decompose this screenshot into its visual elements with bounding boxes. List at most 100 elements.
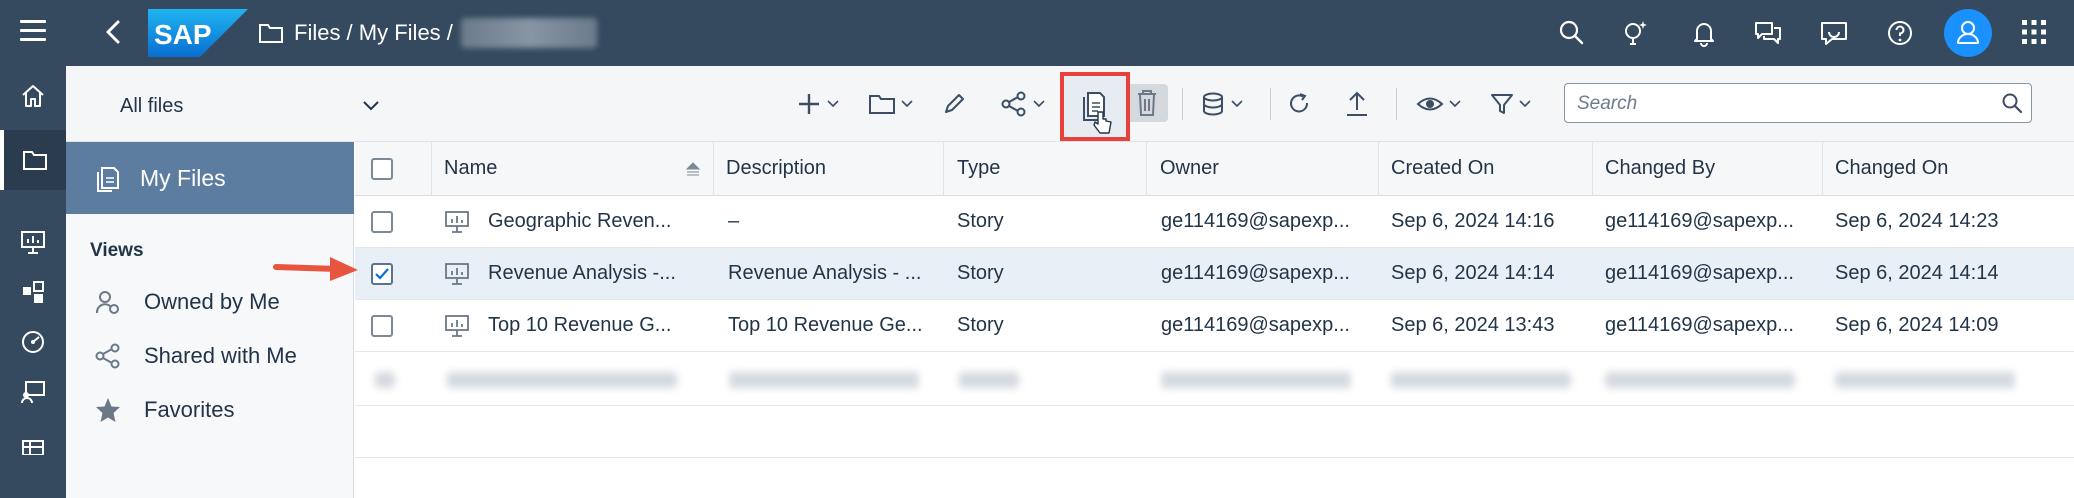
breadcrumb-hidden-folder[interactable] bbox=[460, 18, 597, 48]
feedback-icon[interactable] bbox=[1818, 17, 1850, 49]
navigation-rail bbox=[0, 66, 66, 498]
description-cell: Revenue Analysis - ... bbox=[728, 262, 922, 284]
back-icon[interactable] bbox=[96, 14, 132, 50]
breadcrumb: Files / My Files / bbox=[258, 18, 597, 48]
chevron-down-icon bbox=[1519, 100, 1531, 108]
star-icon bbox=[96, 398, 120, 422]
created-on-cell: Sep 6, 2024 13:43 bbox=[1391, 314, 1555, 336]
table-row[interactable]: Revenue Analysis -... Revenue Analysis -… bbox=[355, 248, 2074, 300]
delete-button[interactable] bbox=[1126, 84, 1168, 122]
select-all-checkbox[interactable] bbox=[371, 157, 393, 180]
changed-on-cell: Sep 6, 2024 14:09 bbox=[1835, 314, 1999, 336]
story-icon bbox=[21, 231, 45, 254]
refresh-button[interactable] bbox=[1286, 86, 1312, 122]
sort-ascending-icon[interactable] bbox=[685, 162, 701, 176]
view-owned-by-me[interactable]: Owned by Me bbox=[66, 282, 354, 322]
menu-icon[interactable] bbox=[20, 20, 46, 44]
changed-by-cell: ge114169@sapexp... bbox=[1605, 262, 1794, 284]
views-heading: Views bbox=[90, 240, 144, 261]
notification-bell-icon[interactable] bbox=[1688, 17, 1720, 49]
help-icon[interactable] bbox=[1884, 17, 1916, 49]
trash-icon bbox=[1138, 90, 1156, 116]
view-label: Owned by Me bbox=[144, 289, 280, 314]
view-shared-with-me[interactable]: Shared with Me bbox=[66, 336, 354, 376]
search-icon[interactable] bbox=[1556, 17, 1588, 49]
chevron-down-icon bbox=[1449, 100, 1461, 108]
scope-select[interactable]: All files bbox=[120, 90, 380, 122]
my-files-label: My Files bbox=[140, 164, 226, 191]
story-icon bbox=[445, 210, 469, 233]
type-cell: Story bbox=[957, 314, 1004, 336]
empty-table-row bbox=[355, 406, 2074, 458]
owner-cell: ge114169@sapexp... bbox=[1161, 262, 1350, 284]
owner-cell: ge114169@sapexp... bbox=[1161, 210, 1350, 232]
toolbar-separator bbox=[1270, 88, 1271, 120]
discussions-icon[interactable] bbox=[1752, 17, 1784, 49]
folder-icon bbox=[869, 95, 895, 114]
column-header-name[interactable]: Name bbox=[444, 142, 694, 195]
folder-menu-button[interactable] bbox=[868, 86, 914, 122]
upload-icon bbox=[1347, 91, 1367, 116]
breadcrumb-text[interactable]: Files / My Files / bbox=[294, 20, 453, 46]
joule-assistant-icon[interactable] bbox=[1620, 17, 1652, 49]
created-on-cell: Sep 6, 2024 14:16 bbox=[1391, 210, 1555, 232]
data-source-menu-button[interactable] bbox=[1200, 86, 1244, 122]
view-menu-button[interactable] bbox=[1416, 86, 1462, 122]
column-header-changed-on[interactable]: Changed On bbox=[1835, 142, 1948, 195]
view-label: Favorites bbox=[144, 397, 235, 422]
shell-bar: SAP Files / My Files / bbox=[0, 0, 2074, 66]
table-row[interactable]: Geographic Reven... – Story ge114169@sap… bbox=[355, 196, 2074, 248]
row-checkbox[interactable] bbox=[371, 314, 393, 337]
sap-logo[interactable]: SAP bbox=[148, 9, 248, 57]
toolbar-separator bbox=[1396, 88, 1397, 120]
edit-button[interactable] bbox=[942, 86, 966, 122]
filter-menu-button[interactable] bbox=[1490, 86, 1532, 122]
changed-on-cell: Sep 6, 2024 14:14 bbox=[1835, 262, 1999, 284]
name-cell[interactable]: Top 10 Revenue G... bbox=[444, 300, 704, 351]
my-files-icon bbox=[97, 167, 119, 192]
files-table: Name Description Type Owner Created On C… bbox=[355, 142, 2074, 498]
view-label: Shared with Me bbox=[144, 343, 297, 368]
story-icon bbox=[445, 314, 469, 337]
name-cell[interactable]: Geographic Reven... bbox=[444, 196, 704, 247]
search-input[interactable] bbox=[1577, 92, 1977, 116]
table-row[interactable]: Top 10 Revenue G... Top 10 Revenue Ge...… bbox=[355, 300, 2074, 352]
column-header-type[interactable]: Type bbox=[957, 142, 1000, 195]
row-checkbox[interactable] bbox=[371, 210, 393, 233]
owner-cell: ge114169@sapexp... bbox=[1161, 314, 1350, 336]
user-icon bbox=[1957, 21, 1979, 44]
description-cell: – bbox=[728, 210, 740, 232]
row-checkbox[interactable] bbox=[371, 262, 393, 285]
column-header-changed-by[interactable]: Changed By bbox=[1605, 142, 1715, 195]
create-menu-button[interactable] bbox=[796, 86, 840, 122]
column-header-owner[interactable]: Owner bbox=[1160, 142, 1219, 195]
name-cell[interactable]: Revenue Analysis -... bbox=[444, 248, 704, 299]
chevron-down-icon bbox=[1231, 100, 1243, 108]
my-files-item[interactable]: My Files bbox=[66, 142, 354, 214]
search-field[interactable] bbox=[1564, 83, 2032, 123]
share-icon bbox=[1001, 91, 1026, 117]
nav-table[interactable] bbox=[0, 412, 66, 472]
type-cell: Story bbox=[957, 210, 1004, 232]
database-icon bbox=[1203, 92, 1223, 116]
chevron-down-icon bbox=[1033, 100, 1045, 108]
view-favorites[interactable]: Favorites bbox=[66, 390, 354, 430]
user-avatar[interactable] bbox=[1944, 9, 1992, 57]
nav-home[interactable] bbox=[0, 66, 66, 126]
upload-button[interactable] bbox=[1344, 86, 1370, 122]
nav-files[interactable] bbox=[0, 130, 66, 190]
column-header-description[interactable]: Description bbox=[726, 142, 826, 195]
checkmark-icon bbox=[375, 267, 389, 280]
created-on-cell: Sep 6, 2024 14:14 bbox=[1391, 262, 1555, 284]
share-menu-button[interactable] bbox=[1000, 86, 1046, 122]
chevron-down-icon bbox=[827, 100, 839, 108]
share-icon bbox=[95, 343, 120, 369]
annotation-arrow bbox=[273, 257, 358, 281]
search-icon[interactable] bbox=[2001, 92, 2023, 114]
description-cell: Top 10 Revenue Ge... bbox=[728, 314, 923, 336]
product-switch-icon[interactable] bbox=[2022, 20, 2046, 44]
column-header-created-on[interactable]: Created On bbox=[1391, 142, 1494, 195]
home-icon bbox=[22, 85, 44, 107]
modeler-icon bbox=[23, 281, 44, 303]
changed-by-cell: ge114169@sapexp... bbox=[1605, 210, 1794, 232]
